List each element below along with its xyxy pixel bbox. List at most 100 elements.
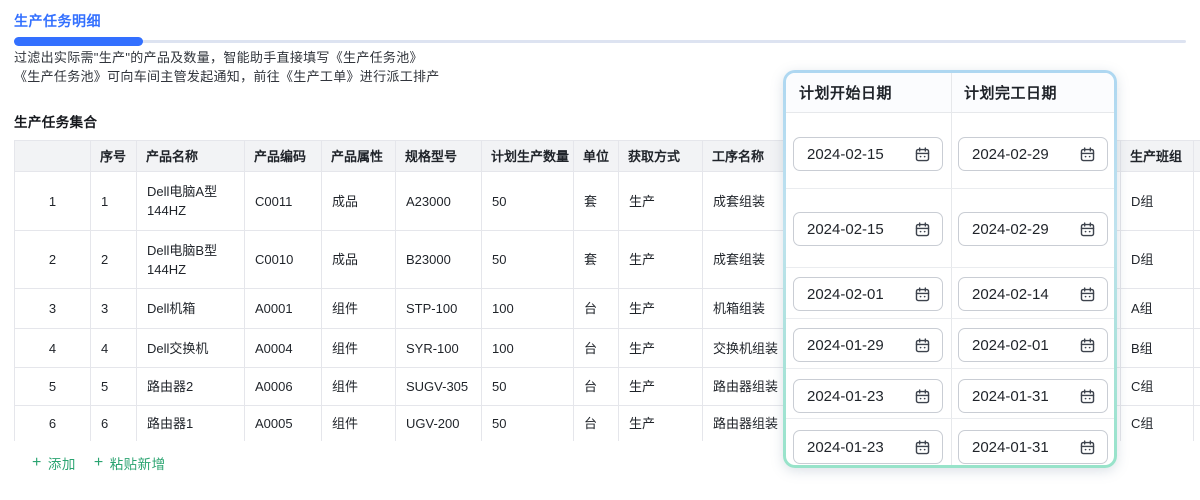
table-cell[interactable]: 生产 bbox=[619, 289, 703, 329]
table-cell[interactable]: 生产 bbox=[619, 231, 703, 289]
table-cell[interactable]: SYR-100 bbox=[396, 329, 482, 368]
table-cell[interactable]: 生产 bbox=[619, 406, 703, 442]
table-cell[interactable]: 50 bbox=[482, 406, 574, 442]
table-cell[interactable]: 组件 bbox=[322, 406, 396, 442]
table-cell[interactable]: 1 bbox=[91, 172, 137, 231]
table-cell[interactable]: 路由器1 bbox=[137, 406, 245, 442]
table-cell[interactable]: A组 bbox=[1121, 289, 1194, 329]
table-cell[interactable]: 套 bbox=[574, 172, 619, 231]
table-cell[interactable]: 50 bbox=[482, 368, 574, 406]
table-cell: 3 bbox=[15, 289, 91, 329]
calendar-icon[interactable] bbox=[1079, 286, 1096, 303]
table-cell[interactable]: 机箱组装 bbox=[703, 289, 791, 329]
end-date-input[interactable]: 2024-02-14 bbox=[958, 277, 1108, 311]
page-title[interactable]: 生产任务明细 bbox=[14, 11, 101, 31]
table-cell[interactable]: 组件 bbox=[322, 368, 396, 406]
table-cell[interactable]: UGV-200 bbox=[396, 406, 482, 442]
table-cell[interactable]: STP-100 bbox=[396, 289, 482, 329]
table-cell[interactable]: 成套组装 bbox=[703, 172, 791, 231]
table-cell[interactable]: Dell电脑B型 144HZ bbox=[137, 231, 245, 289]
table-cell[interactable]: 生产 bbox=[619, 172, 703, 231]
start-date-input[interactable]: 2024-01-23 bbox=[793, 430, 943, 464]
table-cell[interactable]: 台 bbox=[574, 368, 619, 406]
table-cell[interactable]: D组 bbox=[1121, 172, 1194, 231]
table-cell[interactable] bbox=[1194, 289, 1200, 329]
table-cell[interactable] bbox=[1194, 329, 1200, 368]
table-cell[interactable]: 5 bbox=[91, 368, 137, 406]
end-date-input[interactable]: 2024-01-31 bbox=[958, 379, 1108, 413]
calendar-icon[interactable] bbox=[914, 439, 931, 456]
date-value: 2024-01-23 bbox=[807, 439, 884, 456]
table-cell[interactable]: 路由器2 bbox=[137, 368, 245, 406]
plus-icon: + bbox=[94, 455, 104, 471]
add-row-button[interactable]: + 添加 bbox=[32, 453, 76, 473]
table-cell[interactable] bbox=[1194, 406, 1200, 442]
table-cell[interactable] bbox=[1194, 231, 1200, 289]
table-cell[interactable]: 组件 bbox=[322, 289, 396, 329]
table-cell[interactable]: Dell交换机 bbox=[137, 329, 245, 368]
table-cell[interactable]: 3 bbox=[91, 289, 137, 329]
table-cell[interactable]: B组 bbox=[1121, 329, 1194, 368]
table-cell[interactable]: 成品 bbox=[322, 172, 396, 231]
table-cell[interactable]: 50 bbox=[482, 172, 574, 231]
table-cell[interactable]: 套 bbox=[574, 231, 619, 289]
table-cell[interactable]: C组 bbox=[1121, 406, 1194, 442]
table-cell[interactable]: 台 bbox=[574, 329, 619, 368]
calendar-icon[interactable] bbox=[914, 388, 931, 405]
column-header: 获取方式 bbox=[619, 141, 703, 172]
calendar-icon[interactable] bbox=[1079, 439, 1096, 456]
end-date-input[interactable]: 2024-01-31 bbox=[958, 430, 1108, 464]
date-value: 2024-02-15 bbox=[807, 221, 884, 238]
end-date-input[interactable]: 2024-02-29 bbox=[958, 137, 1108, 171]
table-cell[interactable]: SUGV-305 bbox=[396, 368, 482, 406]
start-date-input[interactable]: 2024-02-01 bbox=[793, 277, 943, 311]
table-cell[interactable]: 台 bbox=[574, 406, 619, 442]
end-date-input[interactable]: 2024-02-29 bbox=[958, 212, 1108, 246]
calendar-icon[interactable] bbox=[914, 146, 931, 163]
end-date-input[interactable]: 2024-02-01 bbox=[958, 328, 1108, 362]
calendar-icon[interactable] bbox=[914, 286, 931, 303]
table-cell[interactable]: 50 bbox=[482, 231, 574, 289]
table-cell[interactable]: C0011 bbox=[245, 172, 322, 231]
table-cell[interactable]: 2 bbox=[91, 231, 137, 289]
table-cell[interactable]: 路由器组装 bbox=[703, 368, 791, 406]
start-date-input[interactable]: 2024-02-15 bbox=[793, 137, 943, 171]
calendar-icon[interactable] bbox=[914, 221, 931, 238]
table-cell[interactable]: 台 bbox=[574, 289, 619, 329]
table-cell[interactable]: A0001 bbox=[245, 289, 322, 329]
table-cell[interactable] bbox=[1194, 172, 1200, 231]
table-cell[interactable]: 6 bbox=[91, 406, 137, 442]
start-date-input[interactable]: 2024-01-23 bbox=[793, 379, 943, 413]
table-cell[interactable]: 路由器组装 bbox=[703, 406, 791, 442]
calendar-icon[interactable] bbox=[914, 337, 931, 354]
table-cell[interactable]: 4 bbox=[91, 329, 137, 368]
table-cell[interactable]: Dell电脑A型 144HZ bbox=[137, 172, 245, 231]
table-cell[interactable]: C组 bbox=[1121, 368, 1194, 406]
table-cell[interactable]: 交换机组装 bbox=[703, 329, 791, 368]
table-cell[interactable]: A0005 bbox=[245, 406, 322, 442]
table-cell[interactable]: 生产 bbox=[619, 368, 703, 406]
table-cell[interactable]: 100 bbox=[482, 289, 574, 329]
start-date-input[interactable]: 2024-02-15 bbox=[793, 212, 943, 246]
table-cell[interactable]: Dell机箱 bbox=[137, 289, 245, 329]
table-footer-actions: + 添加 + 粘贴新增 bbox=[32, 453, 166, 473]
start-date-input[interactable]: 2024-01-29 bbox=[793, 328, 943, 362]
table-cell[interactable]: 组件 bbox=[322, 329, 396, 368]
table-cell[interactable]: 100 bbox=[482, 329, 574, 368]
table-cell[interactable]: 成套组装 bbox=[703, 231, 791, 289]
table-cell[interactable]: A0006 bbox=[245, 368, 322, 406]
calendar-icon[interactable] bbox=[1079, 221, 1096, 238]
calendar-icon[interactable] bbox=[1079, 337, 1096, 354]
table-cell[interactable]: A23000 bbox=[396, 172, 482, 231]
table-cell[interactable]: 成品 bbox=[322, 231, 396, 289]
table-cell[interactable]: A0004 bbox=[245, 329, 322, 368]
table-cell[interactable]: 生产 bbox=[619, 329, 703, 368]
table-cell[interactable]: D组 bbox=[1121, 231, 1194, 289]
calendar-icon[interactable] bbox=[1079, 146, 1096, 163]
calendar-icon[interactable] bbox=[1079, 388, 1096, 405]
table-cell[interactable]: B23000 bbox=[396, 231, 482, 289]
table-cell[interactable]: C0010 bbox=[245, 231, 322, 289]
table-cell[interactable] bbox=[1194, 368, 1200, 406]
panel-row-separator bbox=[786, 318, 1114, 319]
paste-add-button[interactable]: + 粘贴新增 bbox=[94, 453, 166, 473]
